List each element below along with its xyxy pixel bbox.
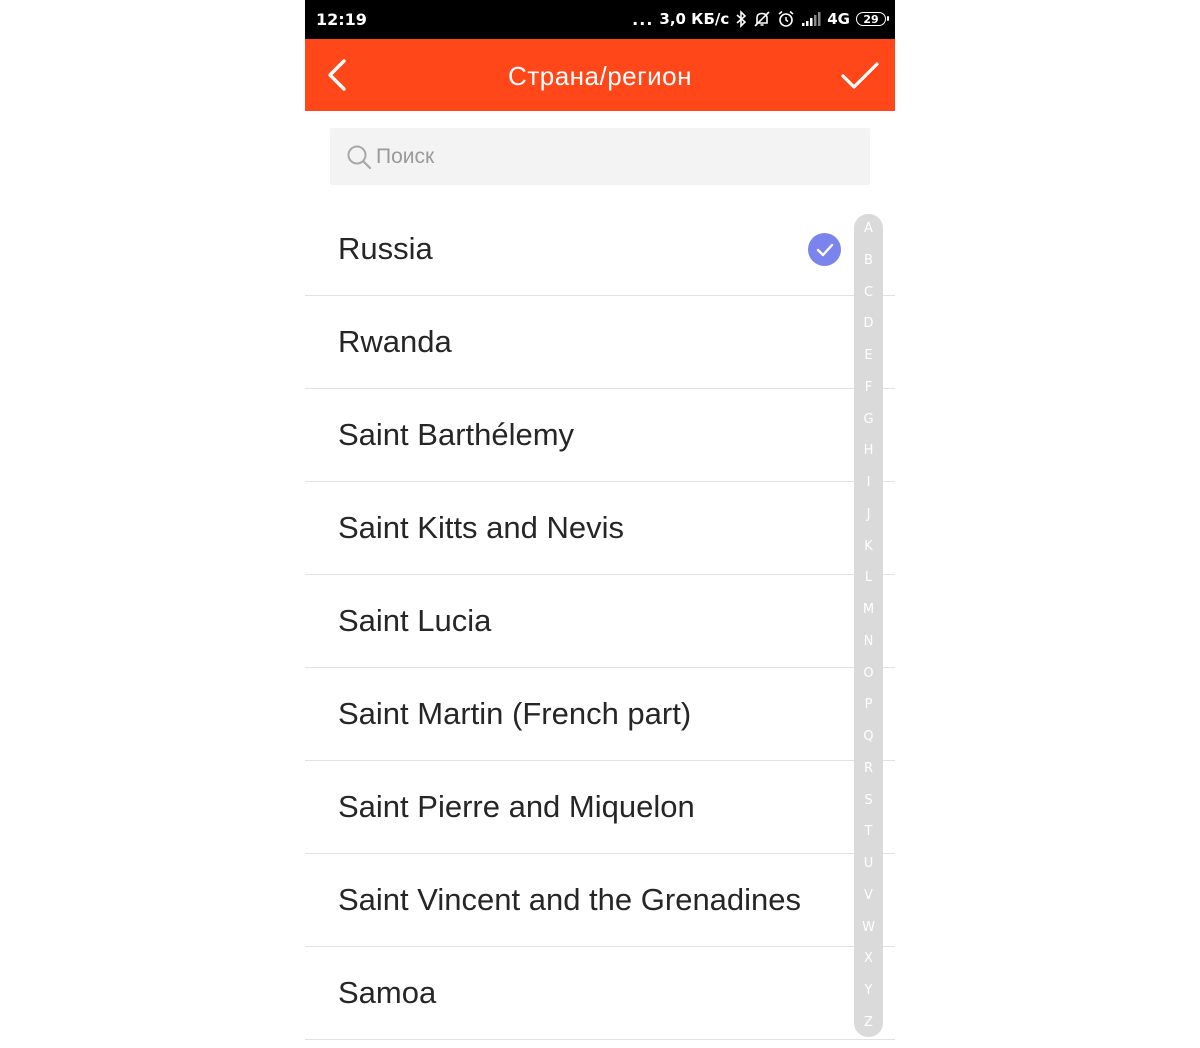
country-item-saint-barthelemy[interactable]: Saint Barthélemy <box>305 389 895 482</box>
country-item-saint-vincent-and-the-grenadines[interactable]: Saint Vincent and the Grenadines <box>305 854 895 947</box>
search-input[interactable] <box>376 144 846 169</box>
index-letter-e[interactable]: E <box>864 349 872 362</box>
country-item-saint-pierre-and-miquelon[interactable]: Saint Pierre and Miquelon <box>305 761 895 854</box>
index-letter-c[interactable]: C <box>864 286 873 299</box>
index-letter-d[interactable]: D <box>863 317 873 330</box>
index-letter-u[interactable]: U <box>864 857 874 870</box>
status-indicators: ... 3,0 КБ/с 4G 29 <box>632 8 889 30</box>
index-letter-q[interactable]: Q <box>863 730 873 743</box>
index-letter-j[interactable]: J <box>867 508 871 521</box>
app-header: Страна/регион <box>305 39 895 111</box>
network-type: 4G <box>827 10 850 28</box>
index-letter-x[interactable]: X <box>864 952 873 965</box>
index-letter-h[interactable]: H <box>864 444 874 457</box>
mute-bell-icon <box>753 10 771 28</box>
index-letter-l[interactable]: L <box>865 571 872 584</box>
country-name: Saint Lucia <box>338 603 492 638</box>
search-icon <box>346 144 372 170</box>
index-letter-t[interactable]: T <box>865 825 873 838</box>
country-name: Saint Kitts and Nevis <box>338 510 625 545</box>
index-letter-r[interactable]: R <box>864 762 873 775</box>
country-name: Russia <box>338 231 433 266</box>
confirm-button[interactable] <box>839 56 881 96</box>
index-letter-n[interactable]: N <box>864 635 874 648</box>
battery-level: 29 <box>863 12 879 26</box>
country-item-russia[interactable]: Russia <box>305 203 895 296</box>
index-letter-o[interactable]: O <box>863 667 873 680</box>
country-item-saint-kitts-and-nevis[interactable]: Saint Kitts and Nevis <box>305 482 895 575</box>
index-letter-p[interactable]: P <box>865 698 873 711</box>
country-item-saint-lucia[interactable]: Saint Lucia <box>305 575 895 668</box>
alphabet-index[interactable]: A B C D E F G H I J K L M N O P Q R S T … <box>854 214 883 1037</box>
selected-check-icon <box>808 233 841 266</box>
status-time: 12:19 <box>316 10 367 29</box>
page-title: Страна/регион <box>508 61 692 91</box>
phone-screen: 12:19 ... 3,0 КБ/с 4G 29 Страна/регион П… <box>305 0 895 1048</box>
network-speed: 3,0 КБ/с <box>659 10 730 28</box>
index-letter-f[interactable]: F <box>865 381 872 394</box>
status-bar: 12:19 ... 3,0 КБ/с 4G 29 <box>305 0 895 39</box>
index-letter-s[interactable]: S <box>864 794 872 807</box>
index-letter-m[interactable]: M <box>863 603 874 616</box>
index-letter-w[interactable]: W <box>862 921 875 934</box>
index-letter-b[interactable]: B <box>864 254 873 267</box>
country-name: Saint Barthélemy <box>338 417 575 452</box>
index-letter-k[interactable]: K <box>864 540 873 553</box>
country-name: Saint Vincent and the Grenadines <box>338 882 802 917</box>
checkmark-icon <box>841 62 879 89</box>
country-item-rwanda[interactable]: Rwanda <box>305 296 895 389</box>
country-name: Samoa <box>338 975 437 1010</box>
index-letter-y[interactable]: Y <box>865 984 873 997</box>
battery-icon: 29 <box>856 12 889 26</box>
index-letter-g[interactable]: G <box>863 413 873 426</box>
country-name: Saint Martin (French part) <box>338 696 692 731</box>
country-name: Rwanda <box>338 324 452 359</box>
country-list: Russia Rwanda Saint Barthélemy Saint Kit… <box>305 203 895 1040</box>
country-item-saint-martin[interactable]: Saint Martin (French part) <box>305 668 895 761</box>
index-letter-a[interactable]: A <box>864 222 873 235</box>
index-letter-i[interactable]: I <box>867 476 871 489</box>
alarm-icon <box>777 10 795 28</box>
search-box[interactable] <box>330 128 870 185</box>
bluetooth-icon <box>735 10 747 28</box>
index-letter-v[interactable]: V <box>864 889 873 902</box>
country-name: Saint Pierre and Miquelon <box>338 789 695 824</box>
country-item-samoa[interactable]: Samoa <box>305 947 895 1040</box>
signal-icon <box>801 11 821 27</box>
index-letter-z[interactable]: Z <box>864 1016 873 1029</box>
notification-dots: ... <box>632 9 654 29</box>
